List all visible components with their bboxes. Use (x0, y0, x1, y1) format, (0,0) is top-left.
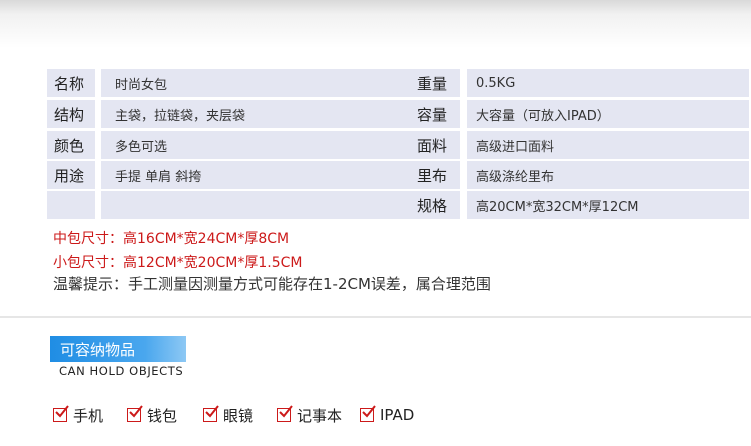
spec-value: 0.5KG (467, 69, 749, 97)
spec-label: 结构 (47, 100, 95, 128)
spec-value: 高级进口面料 (467, 131, 749, 159)
spec-label: 规格 (410, 191, 460, 219)
item-glasses: 眼镜 (203, 405, 253, 425)
section-title-text: 可容纳物品 (60, 340, 136, 359)
item-label: IPAD (380, 406, 415, 424)
section-divider (0, 316, 751, 318)
spec-value: 多色可选 (101, 131, 451, 159)
section-subtitle: CAN HOLD OBJECTS (59, 364, 184, 378)
spec-label: 用途 (47, 161, 95, 189)
checkmark-icon (360, 405, 376, 422)
top-shadow (0, 0, 751, 60)
spec-label: 里布 (410, 161, 460, 189)
spec-value: 大容量（可放入IPAD） (467, 100, 749, 128)
spec-value (101, 191, 451, 219)
spec-label: 重量 (410, 69, 460, 97)
item-label: 眼镜 (223, 406, 254, 425)
spec-label: 容量 (410, 100, 460, 128)
section-title: 可容纳物品 (50, 336, 186, 362)
item-wallet: 钱包 (127, 405, 177, 425)
spec-label: 面料 (410, 131, 460, 159)
spec-label (47, 191, 95, 219)
item-label: 手机 (73, 406, 104, 425)
spec-value: 时尚女包 (101, 69, 451, 97)
measurement-tip: 温馨提示：手工测量因测量方式可能存在1-2CM误差，属合理范围 (53, 275, 491, 293)
spec-value: 高20CM*宽32CM*厚12CM (467, 191, 749, 219)
spec-value: 高级涤纶里布 (467, 161, 749, 189)
item-phone: 手机 (53, 405, 103, 425)
spec-label: 颜色 (47, 131, 95, 159)
checkmark-icon (127, 405, 143, 422)
item-label: 钱包 (147, 406, 178, 425)
item-label: 记事本 (297, 406, 343, 425)
checkmark-icon (277, 405, 293, 422)
medium-size-note: 中包尺寸：高16CM*宽24CM*厚8CM (53, 231, 290, 247)
spec-value: 手提 单肩 斜挎 (101, 161, 451, 189)
item-ipad: IPAD (360, 405, 414, 425)
item-notebook: 记事本 (277, 405, 342, 425)
checkmark-icon (53, 405, 69, 422)
spec-label: 名称 (47, 69, 95, 97)
small-size-note: 小包尺寸：高12CM*宽20CM*厚1.5CM (53, 255, 303, 271)
spec-value: 主袋，拉链袋，夹层袋 (101, 100, 451, 128)
checkmark-icon (203, 405, 219, 422)
